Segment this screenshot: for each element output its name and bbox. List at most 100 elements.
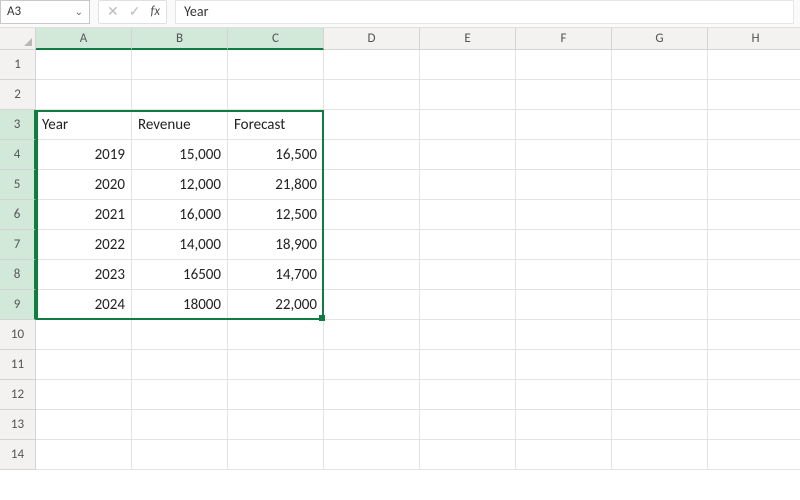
cell-C12[interactable] bbox=[228, 380, 324, 410]
row-header[interactable]: 13 bbox=[0, 410, 36, 440]
cell-C2[interactable] bbox=[228, 80, 324, 110]
cell-H11[interactable] bbox=[708, 350, 800, 380]
formula-bar[interactable]: Year bbox=[175, 0, 794, 24]
cell-C4[interactable]: 16,500 bbox=[228, 140, 324, 170]
cell-F6[interactable] bbox=[516, 200, 612, 230]
cell-E11[interactable] bbox=[420, 350, 516, 380]
cell-B10[interactable] bbox=[132, 320, 228, 350]
cell-A3[interactable]: Year bbox=[36, 110, 132, 140]
row-header[interactable]: 12 bbox=[0, 380, 36, 410]
row-header[interactable]: 14 bbox=[0, 440, 36, 470]
cell-F13[interactable] bbox=[516, 410, 612, 440]
cell-B12[interactable] bbox=[132, 380, 228, 410]
cell-A11[interactable] bbox=[36, 350, 132, 380]
cell-D3[interactable] bbox=[324, 110, 420, 140]
cell-H9[interactable] bbox=[708, 290, 800, 320]
cell-H4[interactable] bbox=[708, 140, 800, 170]
cell-G3[interactable] bbox=[612, 110, 708, 140]
cell-E1[interactable] bbox=[420, 50, 516, 80]
cell-D11[interactable] bbox=[324, 350, 420, 380]
column-header[interactable]: H bbox=[708, 28, 800, 50]
cell-G1[interactable] bbox=[612, 50, 708, 80]
cell-A4[interactable]: 2019 bbox=[36, 140, 132, 170]
cell-F10[interactable] bbox=[516, 320, 612, 350]
cell-D8[interactable] bbox=[324, 260, 420, 290]
cell-F8[interactable] bbox=[516, 260, 612, 290]
cell-E8[interactable] bbox=[420, 260, 516, 290]
cell-A10[interactable] bbox=[36, 320, 132, 350]
cell-C10[interactable] bbox=[228, 320, 324, 350]
cell-B7[interactable]: 14,000 bbox=[132, 230, 228, 260]
cell-F14[interactable] bbox=[516, 440, 612, 470]
row-header[interactable]: 4 bbox=[0, 140, 36, 170]
cell-A14[interactable] bbox=[36, 440, 132, 470]
cell-G9[interactable] bbox=[612, 290, 708, 320]
cell-C1[interactable] bbox=[228, 50, 324, 80]
column-header[interactable]: D bbox=[324, 28, 420, 50]
cell-H3[interactable] bbox=[708, 110, 800, 140]
cell-C3[interactable]: Forecast bbox=[228, 110, 324, 140]
row-header[interactable]: 11 bbox=[0, 350, 36, 380]
cell-E2[interactable] bbox=[420, 80, 516, 110]
cell-C8[interactable]: 14,700 bbox=[228, 260, 324, 290]
cell-B14[interactable] bbox=[132, 440, 228, 470]
cell-C13[interactable] bbox=[228, 410, 324, 440]
cell-G7[interactable] bbox=[612, 230, 708, 260]
cell-D14[interactable] bbox=[324, 440, 420, 470]
cell-C5[interactable]: 21,800 bbox=[228, 170, 324, 200]
cell-D12[interactable] bbox=[324, 380, 420, 410]
row-header[interactable]: 5 bbox=[0, 170, 36, 200]
cell-A7[interactable]: 2022 bbox=[36, 230, 132, 260]
cell-B4[interactable]: 15,000 bbox=[132, 140, 228, 170]
row-header[interactable]: 7 bbox=[0, 230, 36, 260]
cell-C7[interactable]: 18,900 bbox=[228, 230, 324, 260]
cell-G8[interactable] bbox=[612, 260, 708, 290]
cell-F11[interactable] bbox=[516, 350, 612, 380]
cell-D1[interactable] bbox=[324, 50, 420, 80]
cell-A2[interactable] bbox=[36, 80, 132, 110]
cell-G6[interactable] bbox=[612, 200, 708, 230]
cell-E13[interactable] bbox=[420, 410, 516, 440]
cell-G13[interactable] bbox=[612, 410, 708, 440]
cell-B5[interactable]: 12,000 bbox=[132, 170, 228, 200]
cell-D13[interactable] bbox=[324, 410, 420, 440]
cell-G11[interactable] bbox=[612, 350, 708, 380]
row-header[interactable]: 9 bbox=[0, 290, 36, 320]
cell-E4[interactable] bbox=[420, 140, 516, 170]
cell-E9[interactable] bbox=[420, 290, 516, 320]
cell-G2[interactable] bbox=[612, 80, 708, 110]
cell-A9[interactable]: 2024 bbox=[36, 290, 132, 320]
cell-C14[interactable] bbox=[228, 440, 324, 470]
cell-G12[interactable] bbox=[612, 380, 708, 410]
cell-H1[interactable] bbox=[708, 50, 800, 80]
cell-B9[interactable]: 18000 bbox=[132, 290, 228, 320]
cell-H5[interactable] bbox=[708, 170, 800, 200]
row-header[interactable]: 10 bbox=[0, 320, 36, 350]
cell-H14[interactable] bbox=[708, 440, 800, 470]
column-header[interactable]: F bbox=[516, 28, 612, 50]
cell-D5[interactable] bbox=[324, 170, 420, 200]
cell-C6[interactable]: 12,500 bbox=[228, 200, 324, 230]
row-header[interactable]: 3 bbox=[0, 110, 36, 140]
cell-H10[interactable] bbox=[708, 320, 800, 350]
cell-F3[interactable] bbox=[516, 110, 612, 140]
cell-B3[interactable]: Revenue bbox=[132, 110, 228, 140]
cell-G4[interactable] bbox=[612, 140, 708, 170]
column-header[interactable]: E bbox=[420, 28, 516, 50]
cell-A13[interactable] bbox=[36, 410, 132, 440]
cell-B2[interactable] bbox=[132, 80, 228, 110]
name-box[interactable]: A3 ⌄ bbox=[0, 0, 90, 24]
cell-A8[interactable]: 2023 bbox=[36, 260, 132, 290]
cell-D2[interactable] bbox=[324, 80, 420, 110]
cell-F4[interactable] bbox=[516, 140, 612, 170]
cell-H13[interactable] bbox=[708, 410, 800, 440]
cell-D7[interactable] bbox=[324, 230, 420, 260]
cell-B1[interactable] bbox=[132, 50, 228, 80]
cell-E10[interactable] bbox=[420, 320, 516, 350]
cell-G14[interactable] bbox=[612, 440, 708, 470]
row-header[interactable]: 6 bbox=[0, 200, 36, 230]
row-header[interactable]: 8 bbox=[0, 260, 36, 290]
cell-H12[interactable] bbox=[708, 380, 800, 410]
cell-grid[interactable]: YearRevenueForecast201915,00016,50020201… bbox=[36, 50, 800, 470]
cell-H8[interactable] bbox=[708, 260, 800, 290]
